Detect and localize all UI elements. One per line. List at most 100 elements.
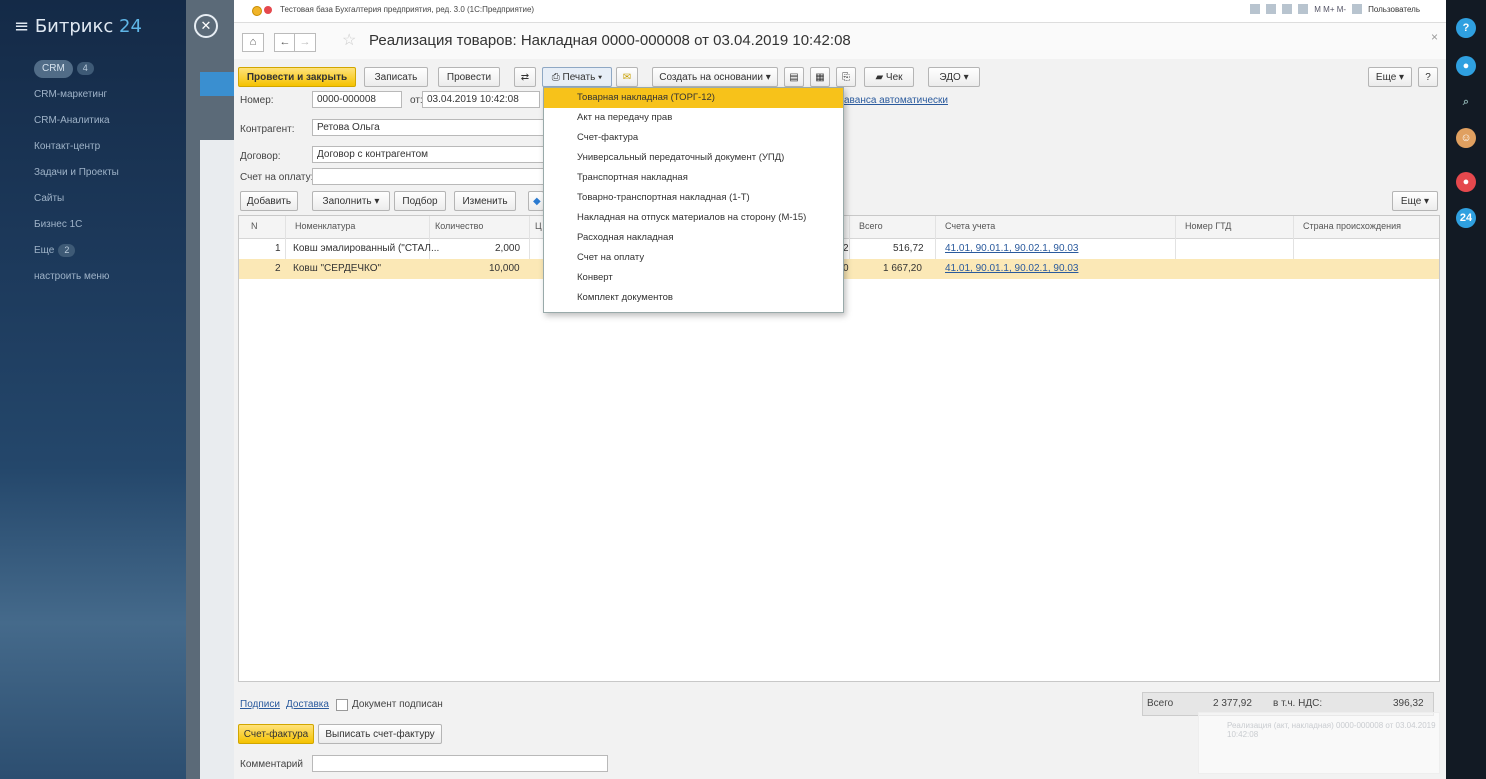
- counterparty-field[interactable]: Ретова Ольга: [312, 119, 544, 136]
- post-button[interactable]: Провести: [438, 67, 500, 87]
- col-accounts[interactable]: Счета учета: [945, 221, 995, 231]
- chat-icon[interactable]: ●: [1456, 172, 1476, 192]
- document-signed-checkbox[interactable]: [336, 699, 348, 711]
- print-menu-item[interactable]: Счет-фактура: [544, 128, 843, 148]
- dt-kt-icon[interactable]: ⇄: [514, 67, 536, 87]
- logo-text: Битрикс: [34, 16, 114, 37]
- forward-icon[interactable]: →: [294, 33, 316, 52]
- tool-icon[interactable]: [1250, 4, 1261, 14]
- notification-text: Реализация (акт, накладная) 0000-000008 …: [1227, 721, 1436, 739]
- signatures-link[interactable]: Подписи: [240, 699, 280, 710]
- advance-link[interactable]: аванса автоматически: [844, 95, 948, 106]
- post-and-close-button[interactable]: Провести и закрыть: [238, 67, 356, 87]
- user-name[interactable]: Пользователь: [1368, 5, 1420, 14]
- edo-button[interactable]: ЭДО ▾: [928, 67, 980, 87]
- nav-item-crm[interactable]: CRM 4: [34, 56, 184, 82]
- crm-strip-tab: [200, 72, 234, 96]
- print-menu-item[interactable]: Счет на оплату: [544, 248, 843, 268]
- crm-strip-content: [200, 140, 234, 779]
- tool-icon[interactable]: [1266, 4, 1277, 14]
- back-icon[interactable]: ←: [274, 33, 296, 52]
- more-actions-button[interactable]: Еще ▾: [1368, 67, 1412, 87]
- notification-popup[interactable]: Реализация (акт, накладная) 0000-000008 …: [1198, 712, 1440, 774]
- close-slider-icon[interactable]: ✕: [194, 14, 218, 38]
- nav-item-contact-center[interactable]: Контакт-центр: [34, 134, 184, 160]
- print-menu-item[interactable]: Комплект документов: [544, 288, 843, 308]
- bitrix-logo[interactable]: ≡ Битрикс 24: [14, 16, 142, 37]
- table-more-button[interactable]: Еще ▾: [1392, 191, 1438, 211]
- avatar[interactable]: ☺: [1456, 128, 1476, 148]
- menu-icon[interactable]: [264, 6, 272, 14]
- col-price[interactable]: Ц: [535, 221, 542, 231]
- bitrix-right-bar: [1446, 0, 1486, 779]
- help-button[interactable]: ?: [1418, 67, 1438, 87]
- create-based-on-button[interactable]: Создать на основании ▾: [652, 67, 778, 87]
- nav-item-business-1c[interactable]: Бизнес 1С: [34, 212, 184, 238]
- bitrix24-icon[interactable]: 24: [1456, 208, 1476, 228]
- col-gtd[interactable]: Номер ГТД: [1185, 221, 1231, 231]
- invoice-field[interactable]: [312, 168, 544, 185]
- print-menu-item[interactable]: Товарно-транспортная накладная (1-Т): [544, 188, 843, 208]
- date-field[interactable]: 03.04.2019 10:42:08: [422, 91, 540, 108]
- document-signed-label: Документ подписан: [352, 699, 443, 710]
- tool-icon[interactable]: [1352, 4, 1363, 14]
- app-title: Тестовая база Бухгалтерия предприятия, р…: [280, 5, 535, 14]
- print-menu-item[interactable]: Транспортная накладная: [544, 168, 843, 188]
- nav-item-sites[interactable]: Сайты: [34, 186, 184, 212]
- total-label: Всего: [1147, 698, 1174, 709]
- print-menu-item[interactable]: Универсальный передаточный документ (УПД…: [544, 148, 843, 168]
- fill-button[interactable]: Заполнить ▾: [312, 191, 390, 211]
- col-nomenclature[interactable]: Номенклатура: [295, 221, 355, 231]
- print-menu-item[interactable]: Накладная на отпуск материалов на сторон…: [544, 208, 843, 228]
- nav-item-more[interactable]: Еще 2: [34, 238, 184, 264]
- comment-field[interactable]: [312, 755, 608, 772]
- contract-field[interactable]: Договор с контрагентом: [312, 146, 544, 163]
- favorite-star-icon[interactable]: ☆: [342, 30, 356, 50]
- tool-icon[interactable]: [1282, 4, 1293, 14]
- select-button[interactable]: Подбор: [394, 191, 446, 211]
- nav-item-crm-analytics[interactable]: CRM-Аналитика: [34, 108, 184, 134]
- logo-number: 24: [119, 16, 142, 37]
- notifications-icon[interactable]: ●: [1456, 56, 1476, 76]
- nav-item-crm-marketing[interactable]: CRM-маркетинг: [34, 82, 184, 108]
- invoice-label: Счет на оплату:: [240, 172, 314, 183]
- comment-label: Комментарий: [240, 759, 303, 770]
- date-label: от:: [410, 95, 423, 106]
- change-button[interactable]: Изменить: [454, 191, 516, 211]
- delivery-link[interactable]: Доставка: [286, 699, 329, 710]
- vat-value: 396,32: [1393, 698, 1424, 709]
- print-menu-item[interactable]: Расходная накладная: [544, 228, 843, 248]
- save-button[interactable]: Записать: [364, 67, 428, 87]
- print-menu-item[interactable]: Товарная накладная (ТОРГ-12): [544, 88, 843, 108]
- print-button[interactable]: ⎙ Печать ▾: [542, 67, 612, 87]
- col-quantity[interactable]: Количество: [435, 221, 483, 231]
- home-icon[interactable]: ⌂: [242, 33, 264, 52]
- close-window-icon[interactable]: ×: [1431, 30, 1438, 44]
- attach-icon[interactable]: ⎘: [836, 67, 856, 87]
- report-icon[interactable]: ▤: [784, 67, 804, 87]
- issue-invoice-button[interactable]: Выписать счет-фактуру: [318, 724, 442, 744]
- email-icon[interactable]: ✉: [616, 67, 638, 87]
- print-menu-item[interactable]: Акт на передачу прав: [544, 108, 843, 128]
- memory-icon[interactable]: M M+ M-: [1314, 5, 1346, 14]
- search-icon[interactable]: ⌕: [1456, 92, 1476, 112]
- 1c-logo-icon: [252, 6, 262, 16]
- col-total[interactable]: Всего: [859, 221, 883, 231]
- contract-label: Договор:: [240, 151, 281, 162]
- receipt-button[interactable]: ▰ Чек: [864, 67, 914, 87]
- nav-item-configure[interactable]: настроить меню: [34, 264, 184, 290]
- number-field[interactable]: 0000-000008: [312, 91, 402, 108]
- document-title: Реализация товаров: Накладная 0000-00000…: [369, 32, 851, 49]
- structure-icon[interactable]: ▦: [810, 67, 830, 87]
- print-menu-item[interactable]: Конверт: [544, 268, 843, 288]
- tool-icon[interactable]: [1298, 4, 1309, 14]
- info-icon[interactable]: ◆: [528, 191, 544, 211]
- help-icon[interactable]: ?: [1456, 18, 1476, 38]
- nav-item-tasks[interactable]: Задачи и Проекты: [34, 160, 184, 186]
- total-value: 2 377,92: [1213, 698, 1252, 709]
- col-country[interactable]: Страна происхождения: [1303, 221, 1401, 231]
- invoice-tab[interactable]: Счет-фактура: [238, 724, 314, 744]
- col-n[interactable]: N: [251, 221, 258, 231]
- burger-icon[interactable]: ≡: [14, 16, 29, 37]
- add-row-button[interactable]: Добавить: [240, 191, 298, 211]
